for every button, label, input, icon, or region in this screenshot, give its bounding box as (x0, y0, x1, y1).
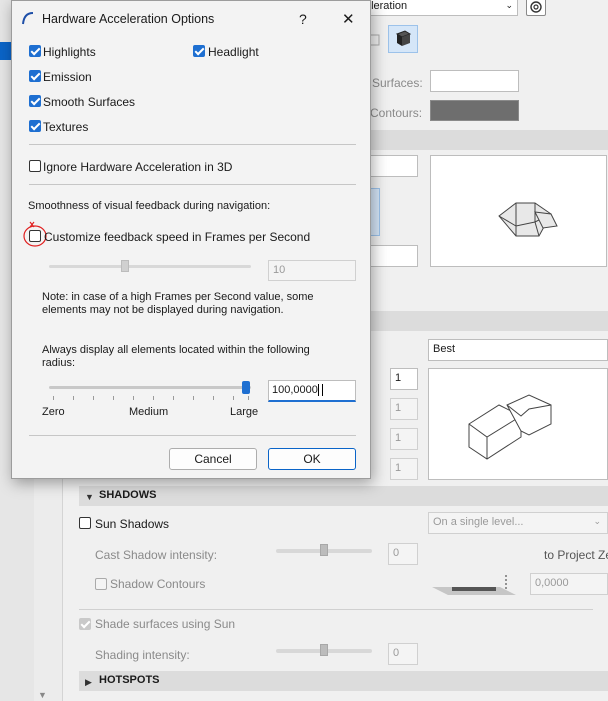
radius-line-2: radius: (42, 357, 76, 369)
shading-intensity-value: 0 (393, 647, 400, 659)
scale-zero-label: Zero (42, 406, 65, 418)
sun-shadows-checkbox[interactable] (79, 517, 91, 529)
fps-value-field[interactable]: 10 (268, 260, 356, 281)
customize-fps-label: Customize feedback speed in Frames per S… (44, 230, 311, 244)
hotspots-section-bar[interactable]: ▶ HOTSPOTS (79, 671, 608, 691)
shadow-contours-label: Shadow Contours (110, 577, 206, 591)
level-select[interactable]: On a single level... ⌄ (428, 512, 608, 534)
cast-shadow-slider-thumb[interactable] (320, 544, 328, 556)
expand-triangle-icon: ▶ (85, 677, 92, 687)
bg-value-3-text: 1 (395, 432, 402, 444)
bg-value-1-text: 1 (395, 372, 402, 384)
shade-surfaces-checkbox[interactable] (79, 618, 91, 630)
textures-label: Textures (43, 120, 89, 134)
preview-top (430, 155, 607, 267)
highlights-label: Highlights (43, 45, 96, 59)
ok-button[interactable]: OK (268, 448, 356, 470)
emission-checkbox[interactable] (29, 70, 41, 82)
cube-view-button[interactable] (388, 25, 418, 53)
chevron-down-icon: ⌄ (593, 516, 601, 526)
separator (29, 184, 356, 185)
scale-medium-label: Medium (129, 406, 169, 418)
textures-checkbox[interactable] (29, 120, 41, 132)
scroll-down-icon[interactable]: ▼ (38, 690, 47, 700)
smooth-surfaces-checkbox[interactable] (29, 95, 41, 107)
highlights-checkbox[interactable] (29, 45, 41, 57)
cast-shadow-label: Cast Shadow intensity: (95, 548, 218, 562)
hotspots-section-title: HOTSPOTS (99, 674, 160, 686)
level-select-label: On a single level... (433, 516, 524, 528)
headlight-checkbox[interactable] (193, 45, 205, 57)
radius-value: 100,0000 (272, 384, 318, 396)
surfaces-label: Surfaces: (372, 76, 423, 90)
bg-value-3[interactable]: 1 (390, 428, 418, 450)
bg-value-1[interactable]: 1 (390, 368, 418, 390)
note-line-2: elements may not be displayed during nav… (42, 304, 284, 316)
shadow-offset-icon (430, 573, 516, 597)
collapse-triangle-icon: ▼ (85, 492, 94, 502)
bg-value-4-text: 1 (395, 462, 402, 474)
surfaces-color-field[interactable] (430, 70, 519, 92)
contours-label: Contours: (370, 106, 423, 120)
headlight-label: Headlight (208, 45, 259, 59)
text-caret (321, 384, 323, 397)
bg-field-a[interactable] (370, 155, 418, 177)
emission-label: Emission (43, 70, 92, 84)
ignore-hw-checkbox[interactable] (29, 160, 41, 172)
shadows-section-bar[interactable]: ▼ SHADOWS (79, 486, 608, 506)
house-preview-icon (498, 202, 558, 237)
help-button[interactable]: ? (299, 11, 307, 27)
detail-select-label: Best (433, 343, 456, 355)
bg-value-2-text: 1 (395, 402, 402, 414)
fps-slider-thumb[interactable] (121, 260, 129, 272)
bg-value-2[interactable]: 1 (390, 398, 418, 420)
contours-color-swatch[interactable] (430, 100, 519, 121)
separator (29, 144, 356, 145)
shading-intensity-label: Shading intensity: (95, 648, 190, 662)
cast-shadow-value: 0 (393, 547, 400, 559)
separator (29, 435, 356, 436)
radius-value-field[interactable]: 100,0000 (268, 380, 356, 402)
shadow-contours-checkbox[interactable] (95, 578, 107, 590)
house-wireframe-icon (468, 394, 552, 460)
note-line-1: Note: in case of a high Frames per Secon… (42, 291, 314, 303)
divider (79, 609, 593, 610)
radius-slider-thumb[interactable] (242, 381, 250, 394)
close-button[interactable]: ✕ (342, 10, 355, 28)
settings-gear-button[interactable] (526, 0, 546, 16)
app-logo-icon (22, 12, 34, 25)
bg-field-b[interactable] (370, 245, 418, 267)
cancel-button[interactable]: Cancel (169, 448, 257, 470)
smooth-surfaces-label: Smooth Surfaces (43, 95, 136, 109)
dialog-title: Hardware Acceleration Options (42, 12, 215, 26)
preview-bottom (428, 368, 608, 480)
cast-shadow-value-field[interactable]: 0 (388, 543, 418, 565)
dialog-titlebar[interactable]: Hardware Acceleration Options ? ✕ (12, 1, 370, 37)
ignore-hw-label: Ignore Hardware Acceleration in 3D (43, 160, 233, 174)
fps-value: 10 (273, 264, 286, 276)
shadow-offset-field[interactable]: 0,0000 (530, 573, 608, 595)
shadows-section-title: SHADOWS (99, 489, 157, 501)
shading-intensity-slider-thumb[interactable] (320, 644, 328, 656)
sun-shadows-label: Sun Shadows (95, 517, 170, 531)
detail-select[interactable]: Best (428, 339, 608, 361)
chevron-down-icon: ⌄ (505, 0, 513, 10)
radius-slider[interactable] (49, 386, 251, 389)
cube-icon (395, 30, 412, 46)
hardware-acceleration-dialog: Hardware Acceleration Options ? ✕ Highli… (11, 0, 371, 479)
bg-value-4[interactable]: 1 (390, 458, 418, 480)
fps-slider[interactable] (49, 265, 251, 268)
shading-intensity-field[interactable]: 0 (388, 643, 418, 665)
shadow-offset-value: 0,0000 (535, 577, 569, 589)
shade-surfaces-label: Shade surfaces using Sun (95, 617, 236, 631)
smoothness-heading: Smoothness of visual feedback during nav… (28, 200, 271, 212)
to-project-label: to Project Ze (544, 548, 608, 562)
radius-line-1: Always display all elements located with… (42, 344, 310, 356)
bg-side-button[interactable] (370, 188, 380, 236)
gear-icon (530, 1, 542, 13)
scale-large-label: Large (230, 406, 259, 418)
